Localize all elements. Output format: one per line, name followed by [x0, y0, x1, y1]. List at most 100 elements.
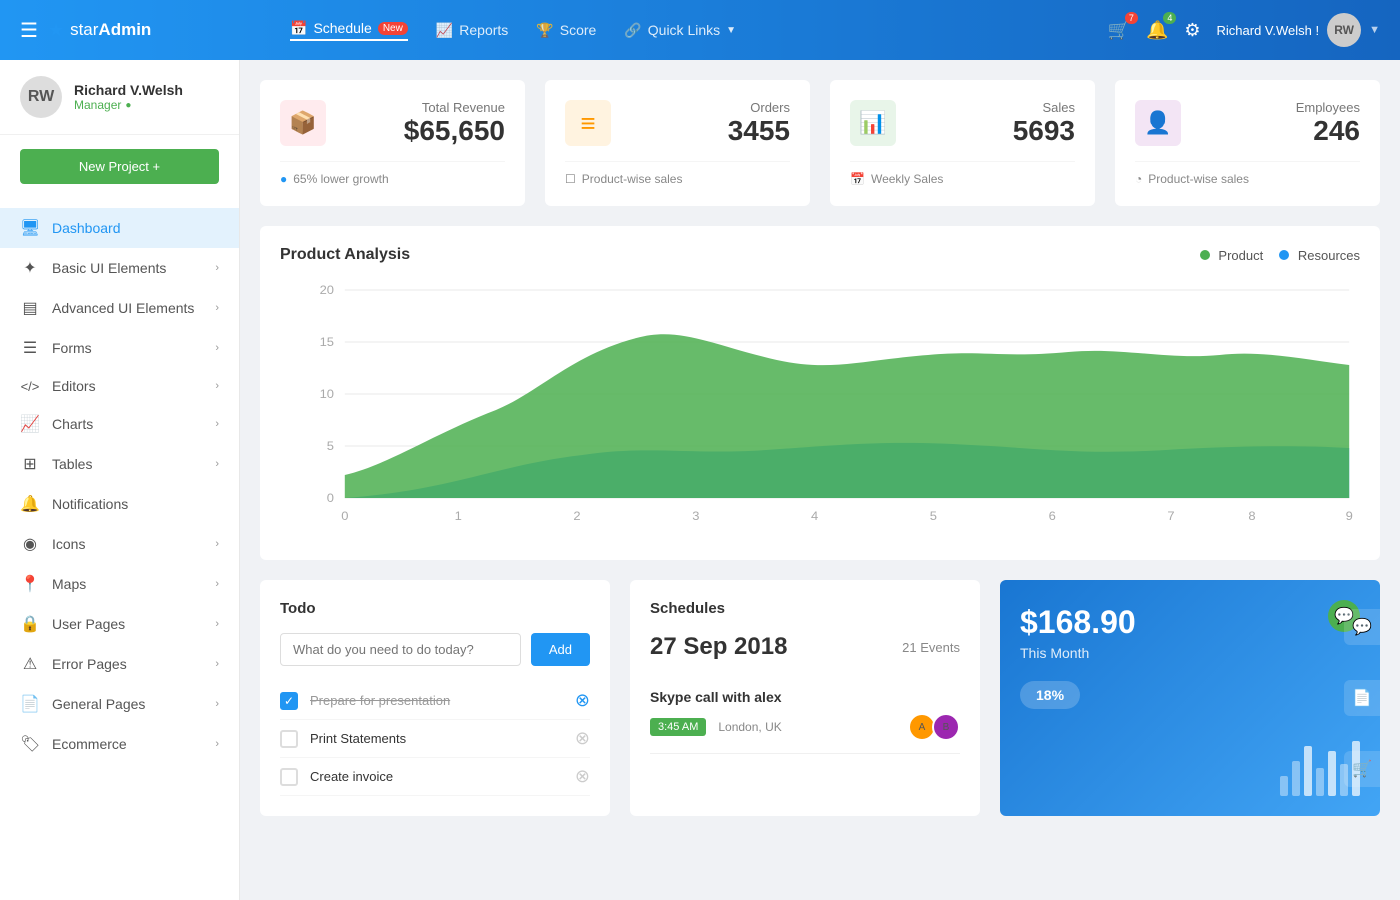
- chevron-icon: ›: [215, 458, 219, 470]
- sidebar-label-charts: Charts: [52, 416, 93, 432]
- nav-reports[interactable]: 📈 Reports: [436, 22, 508, 39]
- user-dropdown-chevron: ▼: [1369, 24, 1380, 36]
- top-navigation: ☰ ★ starAdmin 📅 Schedule New 📈 Reports 🏆…: [0, 0, 1400, 60]
- basic-ui-icon: ✦: [20, 258, 40, 278]
- brand-logo: ★ starAdmin: [48, 20, 151, 41]
- rev-bar-5: [1328, 751, 1336, 796]
- employees-value: 246: [1197, 115, 1360, 147]
- schedule-date: 27 Sep 2018: [650, 633, 787, 661]
- sidebar-item-notifications[interactable]: 🔔 Notifications: [0, 484, 239, 524]
- todo-input[interactable]: [280, 633, 521, 666]
- online-indicator: ●: [125, 100, 131, 111]
- svg-text:9: 9: [1346, 509, 1353, 522]
- chart-area: 20 15 10 5 0 0 1 2 3 4 5 6: [280, 280, 1360, 540]
- cart-button[interactable]: 🛒 7: [1108, 20, 1130, 41]
- ecommerce-icon: 🏷: [20, 734, 40, 754]
- sales-icon: 📊: [850, 100, 896, 146]
- todo-remove-2[interactable]: ⊗: [575, 766, 590, 787]
- hamburger-menu[interactable]: ☰: [20, 18, 38, 43]
- chevron-icon: ›: [215, 738, 219, 750]
- nav-new-badge: New: [378, 22, 408, 35]
- todo-checkbox-0[interactable]: ✓: [280, 692, 298, 710]
- charts-icon: 📈: [20, 414, 40, 434]
- svg-text:10: 10: [320, 387, 334, 400]
- svg-text:15: 15: [320, 335, 334, 348]
- nav-schedule[interactable]: 📅 Schedule New: [290, 20, 408, 41]
- settings-button[interactable]: ⚙: [1184, 20, 1200, 41]
- todo-checkbox-1[interactable]: [280, 730, 298, 748]
- svg-text:3: 3: [692, 509, 699, 522]
- side-action-document[interactable]: 📄: [1344, 680, 1380, 716]
- event-avatars-0: A B: [908, 713, 960, 741]
- todo-add-button[interactable]: Add: [531, 633, 590, 666]
- chevron-icon: ›: [215, 698, 219, 710]
- legend-green-dot: [1200, 250, 1210, 260]
- sidebar-item-user-pages[interactable]: 🔒 User Pages ›: [0, 604, 239, 644]
- rev-bar-2: [1292, 761, 1300, 796]
- event-details-0: 3:45 AM London, UK A B: [650, 713, 960, 741]
- revenue-value: $65,650: [342, 115, 505, 147]
- event-avatar-2: B: [932, 713, 960, 741]
- sidebar-label-notifications: Notifications: [52, 496, 128, 512]
- new-project-button[interactable]: New Project +: [20, 149, 219, 184]
- score-icon: 🏆: [536, 22, 553, 39]
- event-title-0: Skype call with alex: [650, 689, 960, 705]
- brand-name: starAdmin: [70, 20, 151, 40]
- sidebar-item-advanced-ui[interactable]: ▤ Advanced UI Elements ›: [0, 288, 239, 328]
- sidebar-item-ecommerce[interactable]: 🏷 Ecommerce ›: [0, 724, 239, 764]
- todo-text-0: Prepare for presentation: [310, 693, 563, 708]
- event-location-0: London, UK: [718, 720, 896, 734]
- nav-score[interactable]: 🏆 Score: [536, 22, 596, 39]
- sidebar-item-charts[interactable]: 📈 Charts ›: [0, 404, 239, 444]
- sidebar-item-icons[interactable]: ◉ Icons ›: [0, 524, 239, 564]
- notifications-button[interactable]: 🔔 4: [1146, 20, 1168, 41]
- svg-text:20: 20: [320, 283, 334, 296]
- schedule-event-0: Skype call with alex 3:45 AM London, UK …: [650, 677, 960, 754]
- rev-bar-1: [1280, 776, 1288, 796]
- schedule-date-row: 27 Sep 2018 21 Events: [650, 633, 960, 661]
- employees-label: Employees: [1197, 100, 1360, 115]
- sidebar-item-forms[interactable]: ☰ Forms ›: [0, 328, 239, 368]
- user-avatar: RW: [1327, 13, 1361, 47]
- sidebar-item-maps[interactable]: 📍 Maps ›: [0, 564, 239, 604]
- chevron-icon: ›: [215, 538, 219, 550]
- revenue-card: 💬 $168.90 This Month 18% 💬 📄 🛒: [1000, 580, 1380, 816]
- employees-footer-icon: ◔: [1135, 172, 1142, 186]
- sidebar-label-user-pages: User Pages: [52, 616, 125, 632]
- sidebar-label-advanced-ui: Advanced UI Elements: [52, 300, 194, 316]
- sidebar-item-basic-ui[interactable]: ✦ Basic UI Elements ›: [0, 248, 239, 288]
- schedule-events-count: 21 Events: [902, 640, 960, 655]
- side-action-comment[interactable]: 💬: [1344, 609, 1380, 645]
- stat-card-revenue: 📦 Total Revenue $65,650 ● 65% lower grow…: [260, 80, 525, 206]
- sidebar-item-editors[interactable]: </> Editors ›: [0, 368, 239, 404]
- sidebar-item-general-pages[interactable]: 📄 General Pages ›: [0, 684, 239, 724]
- svg-text:4: 4: [811, 509, 818, 522]
- nav-quick-links[interactable]: 🔗 Quick Links ▼: [624, 22, 736, 39]
- todo-remove-0[interactable]: ⊗: [575, 690, 590, 711]
- revenue-label: Total Revenue: [342, 100, 505, 115]
- sales-footer: 📅 Weekly Sales: [850, 161, 1075, 186]
- sidebar-item-error-pages[interactable]: ⚠ Error Pages ›: [0, 644, 239, 684]
- maps-icon: 📍: [20, 574, 40, 594]
- reports-icon: 📈: [436, 22, 453, 39]
- side-actions: 💬 📄 🛒: [1344, 580, 1380, 816]
- icons-icon: ◉: [20, 534, 40, 554]
- sidebar-label-icons: Icons: [52, 536, 85, 552]
- user-display-name: Richard V.Welsh !: [1217, 23, 1320, 38]
- sidebar-user-name: Richard V.Welsh: [74, 82, 183, 98]
- sidebar-item-dashboard[interactable]: 🖥 Dashboard: [0, 208, 239, 248]
- user-menu[interactable]: Richard V.Welsh ! RW ▼: [1217, 13, 1381, 47]
- stat-card-employees: 👤 Employees 246 ◔ Product-wise sales: [1115, 80, 1380, 206]
- todo-checkbox-2[interactable]: [280, 768, 298, 786]
- nav-links: 📅 Schedule New 📈 Reports 🏆 Score 🔗 Quick…: [290, 20, 1078, 41]
- link-icon: 🔗: [624, 22, 641, 39]
- brand-area: ☰ ★ starAdmin: [20, 18, 260, 43]
- rev-bar-3: [1304, 746, 1312, 796]
- chart-title: Product Analysis: [280, 246, 410, 264]
- todo-remove-1[interactable]: ⊗: [575, 728, 590, 749]
- nav-right-actions: 🛒 7 🔔 4 ⚙ Richard V.Welsh ! RW ▼: [1108, 13, 1380, 47]
- sidebar-item-tables[interactable]: ⊞ Tables ›: [0, 444, 239, 484]
- employees-icon: 👤: [1135, 100, 1181, 146]
- side-action-cart[interactable]: 🛒: [1344, 751, 1380, 787]
- sidebar-label-ecommerce: Ecommerce: [52, 736, 127, 752]
